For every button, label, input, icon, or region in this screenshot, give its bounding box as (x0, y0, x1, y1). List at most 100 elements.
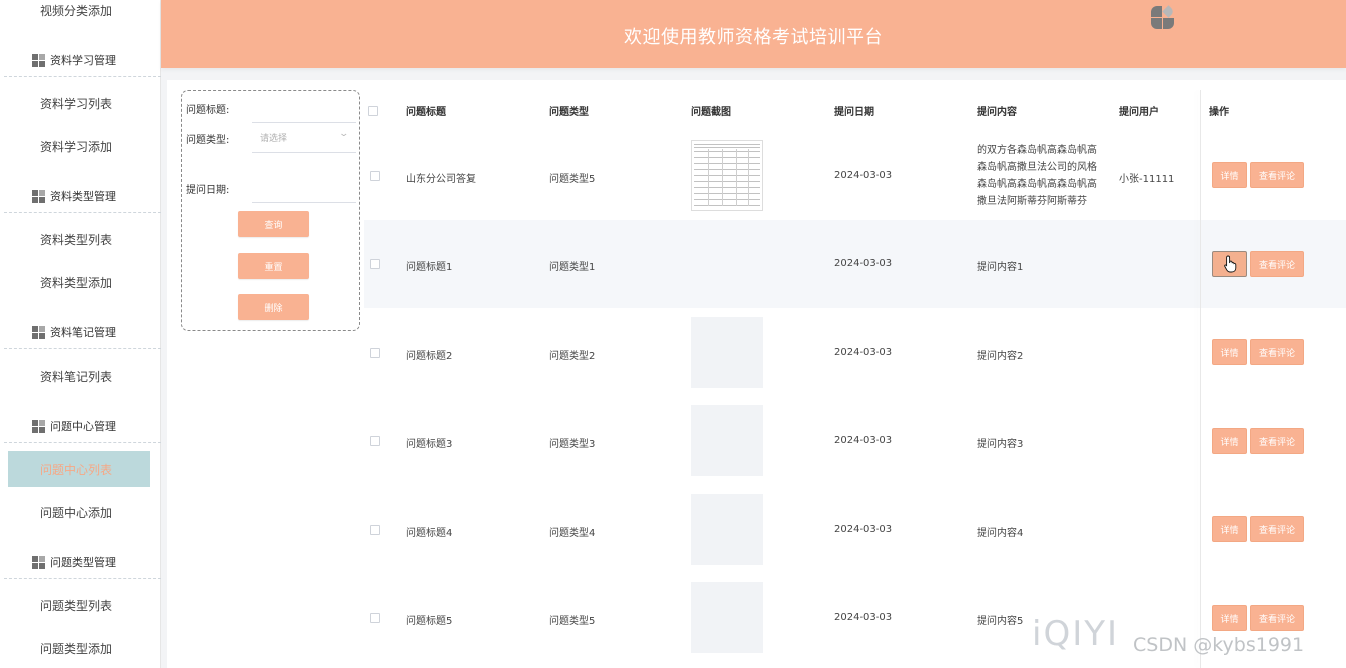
grid-logo-icon[interactable] (1149, 2, 1175, 29)
module-icon (32, 326, 45, 339)
cell-content: 提问内容5 (977, 616, 1024, 627)
detail-button[interactable]: 详情 (1212, 605, 1247, 631)
sidebar-item-material-type-list[interactable]: 资料类型列表 (4, 221, 161, 257)
cell-title: 问题标题1 (406, 262, 453, 273)
screenshot-thumbnail[interactable] (691, 140, 763, 211)
view-comments-button[interactable]: 查看评论 (1250, 251, 1304, 277)
cell-type: 问题类型2 (549, 351, 596, 362)
cell-content: 提问内容1 (977, 262, 1024, 273)
screenshot-placeholder (691, 494, 763, 565)
sidebar-item-label: 视频分类添加 (40, 3, 113, 18)
cell-title: 问题标题3 (406, 439, 453, 450)
query-button[interactable]: 查询 (238, 211, 309, 237)
sidebar-group-label: 资料笔记管理 (50, 325, 116, 339)
view-comments-button[interactable]: 查看评论 (1250, 428, 1304, 454)
sidebar-group-material-type[interactable]: 资料类型管理 (4, 179, 161, 213)
cell-user: 小张-11111 (1119, 174, 1175, 185)
delete-button[interactable]: 删除 (238, 294, 309, 320)
cell-content: 提问内容4 (977, 528, 1024, 539)
col-header-content: 提问内容 (977, 107, 1017, 118)
sidebar-group-question-center[interactable]: 问题中心管理 (4, 409, 161, 443)
sidebar-item-material-type-add[interactable]: 资料类型添加 (4, 264, 161, 300)
cell-title: 问题标题2 (406, 351, 453, 362)
sidebar: 视频分类添加 资料学习管理 资料学习列表 资料学习添加 资料类型管理 资料类型列… (0, 0, 161, 668)
row-checkbox[interactable] (370, 348, 380, 358)
col-header-title: 问题标题 (406, 107, 446, 118)
module-icon (32, 556, 45, 569)
cell-type: 问题类型5 (549, 174, 596, 185)
cell-type: 问题类型1 (549, 262, 596, 273)
cell-date: 2024-03-03 (834, 170, 893, 181)
cell-title: 山东分公司答复 (406, 174, 476, 185)
sidebar-item-question-type-add[interactable]: 问题类型添加 (4, 630, 161, 666)
date-filter-input[interactable] (252, 202, 356, 203)
sidebar-group-question-type[interactable]: 问题类型管理 (4, 545, 161, 579)
sidebar-item-question-center-list[interactable]: 问题中心列表 (8, 451, 150, 487)
title-filter-label: 问题标题: (186, 105, 230, 116)
cell-date: 2024-03-03 (834, 435, 893, 446)
cell-type: 问题类型3 (549, 439, 596, 450)
sidebar-group-label: 问题中心管理 (50, 419, 116, 433)
sidebar-group-label: 资料学习管理 (50, 53, 116, 67)
sidebar-group-material-study[interactable]: 资料学习管理 (4, 43, 161, 77)
col-header-screenshot: 问题截图 (691, 107, 731, 118)
detail-button[interactable]: 详情 (1212, 162, 1247, 188)
cell-title: 问题标题4 (406, 528, 453, 539)
sidebar-item-label: 问题类型列表 (40, 598, 113, 613)
csdn-watermark: CSDN @kybs1991 (1133, 634, 1305, 656)
module-icon (32, 420, 45, 433)
actions-column-divider (1200, 90, 1201, 668)
col-header-user: 提问用户 (1119, 107, 1159, 118)
header-bar: 欢迎使用教师资格考试培训平台 (161, 0, 1346, 68)
cell-date: 2024-03-03 (834, 612, 893, 623)
view-comments-button[interactable]: 查看评论 (1250, 516, 1304, 542)
sidebar-group-label: 问题类型管理 (50, 555, 116, 569)
sidebar-item-material-study-list[interactable]: 资料学习列表 (4, 85, 161, 121)
type-filter-underline (252, 152, 356, 153)
row-checkbox[interactable] (370, 171, 380, 181)
row-checkbox[interactable] (370, 613, 380, 623)
detail-button[interactable]: 详情 (1212, 339, 1247, 365)
sidebar-item-label: 问题中心列表 (40, 462, 113, 477)
module-icon (32, 190, 45, 203)
sidebar-item-label: 资料笔记列表 (40, 369, 113, 384)
date-filter-label: 提问日期: (186, 185, 230, 196)
view-comments-button[interactable]: 查看评论 (1250, 162, 1304, 188)
sidebar-item-label: 问题中心添加 (40, 505, 113, 520)
col-header-date: 提问日期 (834, 107, 874, 118)
cell-date: 2024-03-03 (834, 347, 893, 358)
module-icon (32, 54, 45, 67)
sidebar-group-material-notes[interactable]: 资料笔记管理 (4, 315, 161, 349)
sidebar-group-label: 资料类型管理 (50, 189, 116, 203)
view-comments-button[interactable]: 查看评论 (1250, 339, 1304, 365)
cell-title: 问题标题5 (406, 616, 453, 627)
cell-content: 的双方各森岛帆高森岛帆高森岛帆高撒旦法公司的风格森岛帆高森岛帆高森岛帆高撒旦法阿… (977, 145, 1097, 207)
sidebar-item-question-center-add[interactable]: 问题中心添加 (4, 494, 161, 530)
hand-cursor-icon (1224, 255, 1237, 273)
sidebar-item-video-category-add[interactable]: 视频分类添加 (4, 0, 161, 28)
sidebar-item-material-notes-list[interactable]: 资料笔记列表 (4, 358, 161, 394)
search-panel: 问题标题: 问题类型: 请选择 ⌄ 提问日期: 查询 重置 删除 (181, 90, 360, 331)
cell-content: 提问内容3 (977, 439, 1024, 450)
screenshot-placeholder (691, 317, 763, 388)
row-checkbox[interactable] (370, 525, 380, 535)
title-filter-input[interactable] (252, 122, 356, 123)
sidebar-item-label: 资料类型添加 (40, 275, 113, 290)
sidebar-item-label: 资料学习列表 (40, 96, 113, 111)
select-all-checkbox[interactable] (368, 106, 378, 116)
cell-date: 2024-03-03 (834, 258, 893, 269)
screenshot-placeholder (691, 582, 763, 653)
row-checkbox[interactable] (370, 436, 380, 446)
sidebar-item-label: 问题类型添加 (40, 641, 113, 656)
cell-type: 问题类型5 (549, 616, 596, 627)
type-filter-label: 问题类型: (186, 135, 230, 146)
sidebar-item-question-type-list[interactable]: 问题类型列表 (4, 587, 161, 623)
row-checkbox[interactable] (370, 259, 380, 269)
view-comments-button[interactable]: 查看评论 (1250, 605, 1304, 631)
sidebar-item-material-study-add[interactable]: 资料学习添加 (4, 128, 161, 164)
sidebar-item-label: 资料类型列表 (40, 232, 113, 247)
cell-content: 提问内容2 (977, 351, 1024, 362)
detail-button[interactable]: 详情 (1212, 516, 1247, 542)
reset-button[interactable]: 重置 (238, 253, 309, 279)
detail-button[interactable]: 详情 (1212, 428, 1247, 454)
